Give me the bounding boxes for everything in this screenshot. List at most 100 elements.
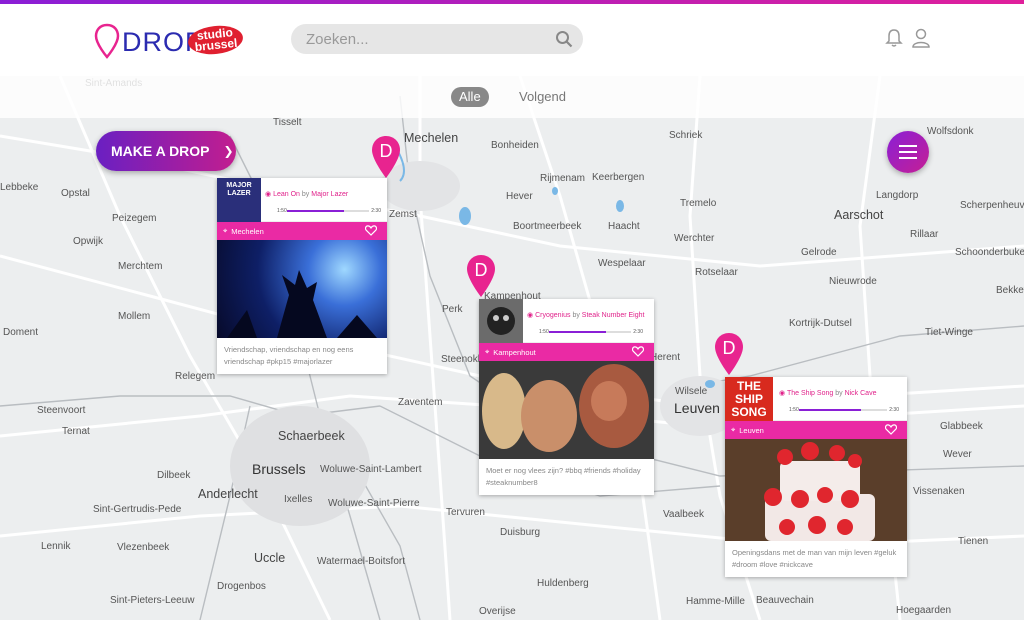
map-label-woluwe-saint-lambert: Woluwe-Saint-Lambert [320,464,422,475]
map-label-rijmenam: Rijmenam [540,173,586,184]
search-input[interactable] [306,30,546,48]
map-label-mechelen: Mechelen [404,131,459,145]
heart-icon[interactable] [885,424,897,435]
map-label-steenvoort: Steenvoort [37,405,86,416]
wedding-cake-image [764,442,875,541]
drop-caption: Openingsdans met de man van mijn leven #… [732,548,897,569]
map-label-wilsele: Wilsele [675,386,708,397]
list-icon-line [899,145,917,147]
map-label-tervuren: Tervuren [446,507,485,518]
map-label-rotselaar: Rotselaar [695,267,738,278]
song-line: ◉ Cryogenius by Steak Number Eight [527,311,644,319]
map-label-bonheiden: Bonheiden [491,140,539,151]
pin-logo-icon [94,23,120,59]
drop-card-kampenhout[interactable]: ◉ Cryogenius by Steak Number Eight 1:50 … [479,299,654,495]
song-title[interactable]: Lean On [273,191,300,198]
map-label-schaerbeek: Schaerbeek [278,429,345,443]
play-icon[interactable]: ◉ [779,390,785,397]
progress-bar[interactable]: 1:50 2:30 [789,407,899,413]
map-label-tisselt: Tisselt [273,117,302,128]
artist-name[interactable]: Steak Number Eight [582,312,645,319]
bell-icon[interactable] [885,28,903,48]
song-line: ◉ Lean On by Major Lazer [265,190,348,198]
song-title[interactable]: Cryogenius [535,312,570,319]
drop-pin-leuven[interactable]: D [714,332,744,376]
search-icon[interactable] [555,30,573,48]
time-start: 1:50 [789,407,799,413]
map-label-tremelo: Tremelo [680,198,717,209]
drop-photo [479,361,654,459]
user-icon[interactable] [911,28,931,48]
drop-pin-mechelen[interactable]: D [371,135,401,179]
artist-name[interactable]: Major Lazer [311,191,348,198]
heart-icon[interactable] [632,346,644,357]
map-label-opstal: Opstal [61,188,90,199]
bbq-meat-image [482,364,649,452]
location-bar: ⌖ Kampenhout [479,343,654,361]
map-label-vissenaken: Vissenaken [913,486,965,497]
tab-volgend[interactable]: Volgend [511,87,574,107]
play-icon[interactable]: ◉ [527,312,533,319]
by-label: by [835,390,843,397]
drop-pin-kampenhout[interactable]: D [466,254,496,298]
map-label-doment: Doment [3,327,39,338]
progress-bar[interactable]: 1:50 2:30 [277,208,381,214]
map-label-sint-gertrudis-pede: Sint-Gertrudis-Pede [93,504,182,515]
map-label-boortmeerbeek: Boortmeerbeek [513,221,582,232]
map-label-zemst: Zemst [389,209,417,220]
map-label-wespelaar: Wespelaar [598,258,646,269]
drop-caption: Vriendschap, vriendschap en nog eens vri… [224,345,354,366]
location-bar: ⌖ Mechelen [217,222,387,240]
map-label-tienen: Tienen [958,536,989,547]
by-label: by [572,312,580,319]
map-label-wolfsdonk: Wolfsdonk [927,126,974,137]
album-cover: MAJOR LAZER [217,178,261,222]
card-header: THE SHIP SONG ◉ The Ship Song by Nick Ca… [725,377,907,421]
search-bar [291,24,583,54]
map-label-merchtem: Merchtem [118,261,163,272]
map-label-hever: Hever [506,191,533,202]
time-end: 2:30 [371,208,381,214]
tab-alle[interactable]: Alle [451,87,489,107]
progress-fill [287,210,345,212]
map-label-haacht: Haacht [608,221,640,232]
map-label-langdorp: Langdorp [876,190,919,201]
map-label-aarschot: Aarschot [834,208,884,222]
map-label-uccle: Uccle [254,551,286,565]
drop-photo [725,439,907,541]
make-a-drop-button[interactable]: MAKE A DROP ❯ [96,131,236,171]
map-label-scherpenheuvel: Scherpenheuvel [960,200,1024,211]
map-label-sint-pieters-leeuw: Sint-Pieters-Leeuw [110,595,195,606]
map-label-ixelles: Ixelles [284,494,313,505]
map-label-keerbergen: Keerbergen [592,172,645,183]
location-bar: ⌖ Leuven [725,421,907,439]
pin-letter: D [475,260,488,280]
artist-name[interactable]: Nick Cave [845,390,877,397]
map-label-huldenberg: Huldenberg [537,578,589,589]
heart-icon[interactable] [365,225,377,236]
concert-hands-image [227,270,377,338]
map-label-schoonderbuken: Schoonderbuken [955,247,1024,258]
location-name: Leuven [739,425,764,435]
song-title[interactable]: The Ship Song [787,390,833,397]
list-menu-button[interactable] [887,131,929,173]
by-label: by [301,191,310,198]
card-header: ◉ Cryogenius by Steak Number Eight 1:50 … [479,299,654,343]
map-label-ternat: Ternat [62,426,90,437]
song-line: ◉ The Ship Song by Nick Cave [779,389,876,397]
drop-card-mechelen[interactable]: MAJOR LAZER ◉ Lean On by Major Lazer 1:5… [217,178,387,374]
location-pin-icon: ⌖ [731,425,736,434]
progress-bar[interactable]: 1:50 2:30 [539,329,643,335]
drop-photo [217,240,387,338]
map-label-hamme-mille: Hamme-Mille [686,596,745,607]
map-label-kortrijk-dutsel: Kortrijk-Dutsel [789,318,852,329]
map-label-nieuwrode: Nieuwrode [829,276,877,287]
progress-track [287,210,369,212]
location-name: Mechelen [231,226,264,236]
map-label-tiet-winge: Tiet-Winge [925,327,973,338]
drop-card-leuven[interactable]: THE SHIP SONG ◉ The Ship Song by Nick Ca… [725,377,907,577]
location-pin-icon: ⌖ [485,347,490,356]
map-label-vaalbeek: Vaalbeek [663,509,704,520]
progress-track [549,331,631,333]
play-icon[interactable]: ◉ [265,191,271,198]
